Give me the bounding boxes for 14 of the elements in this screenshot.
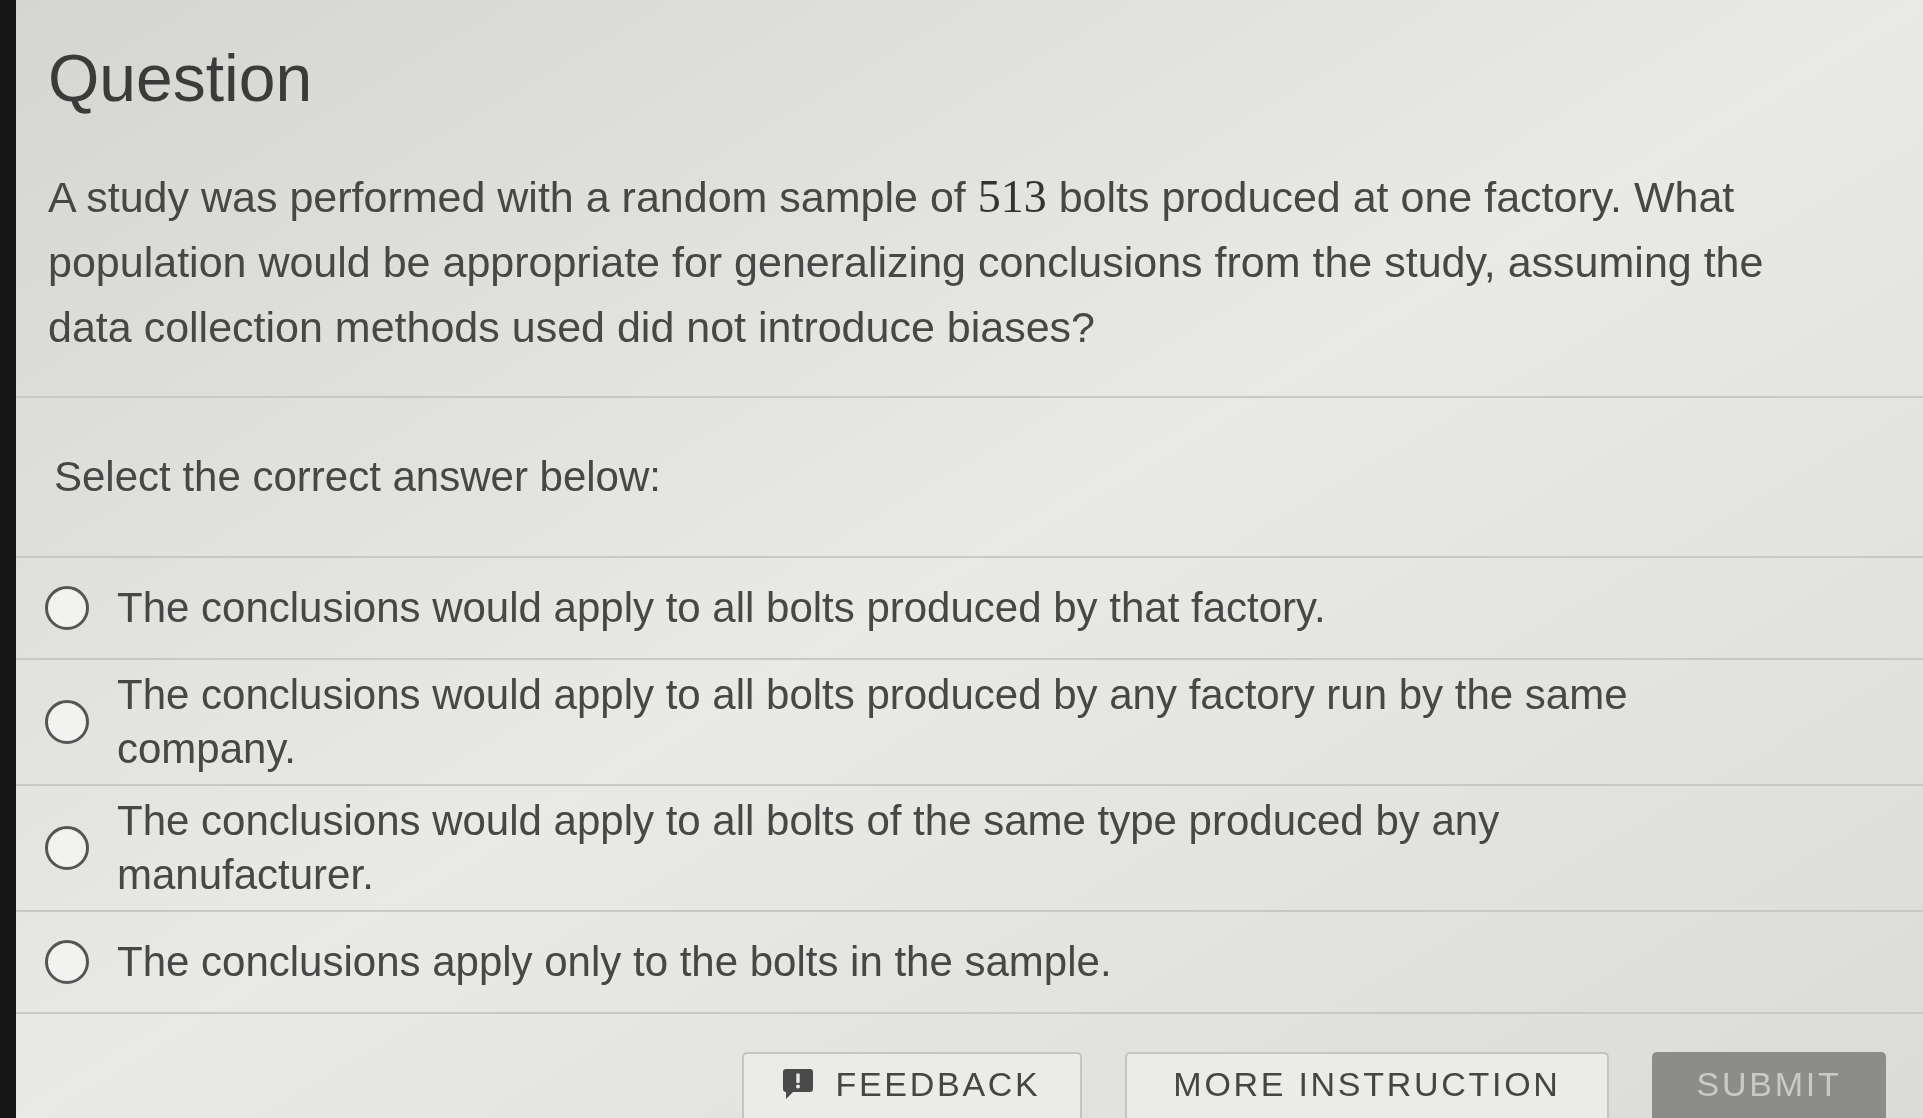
more-instruction-button[interactable]: MORE INSTRUCTION	[1125, 1052, 1609, 1118]
radio-button[interactable]	[45, 940, 89, 984]
speech-bubble-icon	[783, 1069, 814, 1099]
radio-button[interactable]	[45, 700, 89, 744]
answer-option-text: The conclusions apply only to the bolts in the sample.	[117, 937, 1112, 987]
question-title: Question	[48, 40, 313, 117]
feedback-button[interactable]: FEEDBACK	[742, 1052, 1082, 1118]
answer-option-text: The conclusions would apply to all bolts produced by any factory run by the same company.	[117, 670, 1629, 774]
instruction-text: Select the correct answer below:	[54, 452, 661, 502]
question-text: A study was performed with a random sample of 513 bolts produced at one factory. What population would be appropriate for generalizing conclusions from the study, assuming the data collection methods used did not introduce biases?	[48, 170, 1765, 353]
radio-button[interactable]	[45, 586, 89, 630]
answer-option-text: The conclusions would apply to all bolts of the same type produced by any manufacturer.	[117, 796, 1501, 900]
answer-option-text: The conclusions would apply to all bolts produced by that factory.	[117, 583, 1326, 633]
radio-button[interactable]	[45, 826, 89, 870]
